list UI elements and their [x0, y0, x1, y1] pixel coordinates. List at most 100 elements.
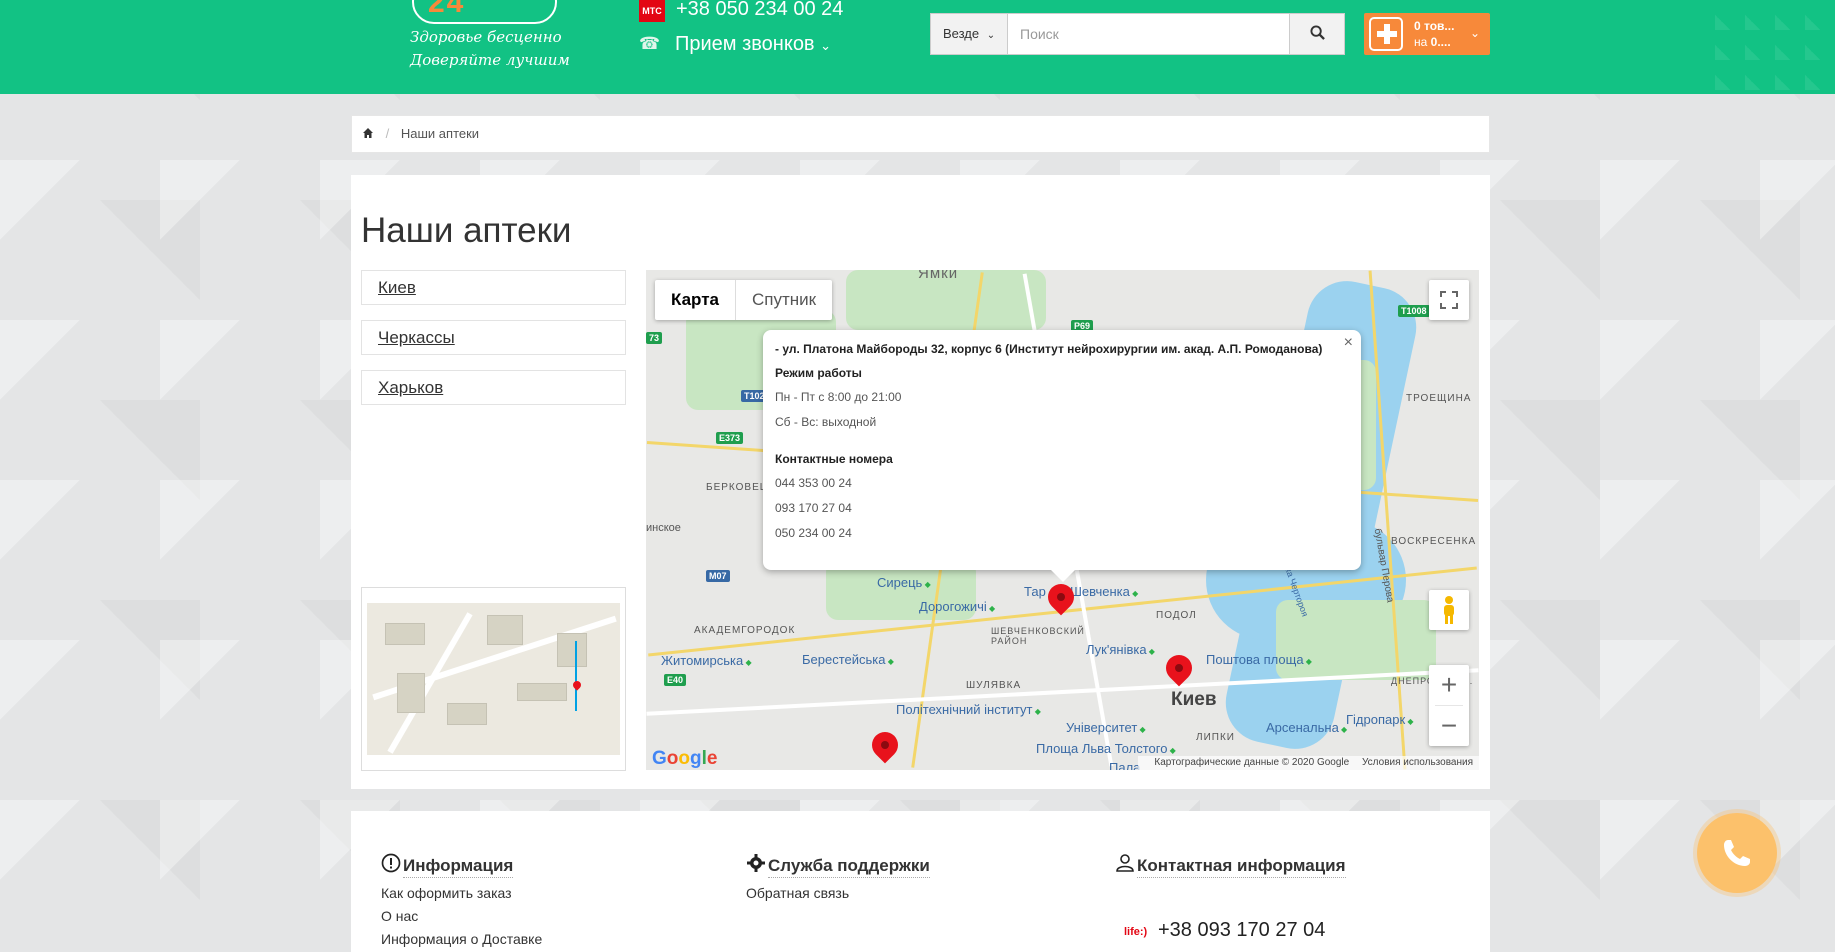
- footer-phone[interactable]: +38 093 170 27 04: [1158, 919, 1325, 942]
- city-link-cherkasy[interactable]: Черкассы: [361, 320, 626, 355]
- metro-label: Сирець: [877, 575, 931, 590]
- metro-label: Берестейська: [802, 652, 894, 667]
- map-label: ТРОЕЩИНА: [1406, 393, 1472, 404]
- info-hours-weekend: Сб - Вс: выходной: [775, 415, 877, 429]
- zoom-controls: + −: [1429, 665, 1469, 746]
- map-info-window: × - ул. Платона Майбороды 32, корпус 6 (…: [763, 330, 1361, 582]
- info-hours-weekdays: Пн - Пт с 8:00 до 21:00: [775, 390, 902, 404]
- chevron-down-icon: ⌄: [820, 38, 832, 53]
- metro-label: Арсенальна: [1266, 720, 1347, 735]
- footer-support-title: Служба поддержки: [768, 856, 930, 878]
- road-shield: E373: [716, 432, 744, 444]
- search-scope-label: Везде: [943, 26, 980, 41]
- cart-summary: 0 тов... на 0....: [1414, 18, 1454, 50]
- pharmacy-map-pin[interactable]: [866, 726, 904, 764]
- footer-link[interactable]: О нас: [381, 908, 542, 924]
- metro-label: Політехнічний інститут: [896, 702, 1041, 717]
- info-phone[interactable]: 093 170 27 04: [775, 501, 1349, 515]
- metro-label: Дорогожичі: [919, 599, 995, 614]
- breadcrumb-current: Наши аптеки: [400, 126, 480, 141]
- zoom-out-button[interactable]: −: [1429, 706, 1469, 746]
- pharmacy-map-pin[interactable]: [1160, 649, 1198, 687]
- metro-label: Шевченка: [1070, 584, 1138, 599]
- pegman-icon: [1444, 596, 1454, 624]
- metro-label: Університет: [1066, 720, 1146, 735]
- search-bar: Везде ⌄ Поиск: [930, 13, 1345, 55]
- gear-icon: [747, 854, 765, 872]
- main-panel: Наши аптеки Киев Черкассы Харьков T1008 …: [351, 175, 1490, 789]
- page-title: Наши аптеки: [361, 211, 572, 250]
- tab-map[interactable]: Карта: [655, 280, 736, 320]
- header-phone[interactable]: +38 050 234 00 24: [676, 0, 843, 21]
- footer-contact-column: Контактная информация: [1115, 853, 1346, 878]
- city-link-kharkiv[interactable]: Харьков: [361, 370, 626, 405]
- google-map[interactable]: T1008 P69 T102 E373 M07 E40 73 Ямки БЕРК…: [646, 270, 1479, 770]
- tab-satellite[interactable]: Спутник: [736, 280, 832, 320]
- footer-support-column: Служба поддержки Обратная связь: [746, 853, 930, 901]
- metro-label: Житомирська: [661, 653, 752, 668]
- map-label: ПОДОЛ: [1156, 610, 1197, 621]
- first-aid-kit-icon: [1369, 17, 1403, 51]
- tagline-line-2: Доверяйте лучшим: [410, 51, 570, 69]
- map-label: ШЕВЧЕНКОВСКИЙ РАЙОН: [991, 626, 1085, 646]
- header-decoration: [1715, 0, 1835, 94]
- cart-items: 0 тов...: [1414, 19, 1455, 33]
- metro-label: Тар: [1024, 584, 1046, 599]
- road-shield: T1008: [1398, 305, 1430, 317]
- terms-link[interactable]: Условия использования: [1362, 757, 1473, 768]
- search-button[interactable]: [1290, 13, 1345, 55]
- telephone-icon: ☎: [639, 34, 661, 53]
- info-phone[interactable]: 044 353 00 24: [775, 476, 1349, 490]
- metro-label: Поштова площа: [1206, 652, 1312, 667]
- footer-info-column: Информация Как оформить заказ О нас Инфо…: [381, 853, 542, 947]
- road-shield: M07: [706, 570, 730, 582]
- city-link-kyiv[interactable]: Киев: [361, 270, 626, 305]
- home-icon[interactable]: [362, 127, 374, 139]
- user-icon: [1116, 854, 1134, 872]
- street-view-pegman[interactable]: [1429, 590, 1469, 630]
- map-attribution: Картографические данные © 2020 Google Ус…: [1138, 756, 1479, 770]
- phone-icon: [1724, 840, 1750, 866]
- metro-label: Площа Льва Толстого: [1036, 741, 1176, 756]
- thumbnail-map-image: [367, 603, 620, 755]
- location-thumbnail-map[interactable]: [361, 587, 626, 771]
- city-label: Киев: [1171, 689, 1217, 710]
- cart-button[interactable]: 0 тов... на 0.... ⌄: [1364, 13, 1490, 55]
- search-input[interactable]: Поиск: [1008, 13, 1290, 55]
- footer-link[interactable]: Обратная связь: [746, 885, 930, 901]
- map-label: АКАДЕМГОРОДОК: [694, 625, 796, 636]
- calls-dropdown[interactable]: Прием звонков ⌄: [675, 33, 831, 56]
- footer-link[interactable]: Как оформить заказ: [381, 885, 542, 901]
- map-label: инское: [646, 522, 681, 534]
- logo[interactable]: 24: [428, 0, 465, 20]
- map-label: ЛИПКИ: [1196, 732, 1235, 743]
- info-hours-heading: Режим работы: [775, 366, 862, 380]
- fullscreen-button[interactable]: [1429, 280, 1469, 320]
- footer-info-title: Информация: [403, 856, 514, 878]
- footer-link[interactable]: Информация о Доставке: [381, 931, 542, 947]
- footer-contact-title: Контактная информация: [1137, 856, 1346, 878]
- search-scope-select[interactable]: Везде ⌄: [930, 13, 1008, 55]
- callback-button[interactable]: [1697, 813, 1777, 893]
- info-phone[interactable]: 050 234 00 24: [775, 526, 1349, 540]
- cart-total: 0....: [1430, 35, 1451, 49]
- search-icon: [1309, 25, 1325, 40]
- info-circle-icon: [381, 853, 401, 873]
- map-label: ШУЛЯВКА: [966, 680, 1022, 691]
- breadcrumb: / Наши аптеки: [351, 115, 1490, 153]
- cart-total-prefix: на: [1414, 35, 1428, 49]
- site-footer: Информация Как оформить заказ О нас Инфо…: [351, 811, 1490, 952]
- breadcrumb-separator: /: [385, 126, 390, 141]
- map-label: ВОСКРЕСЕНКА: [1391, 536, 1477, 547]
- map-label: Ямки: [918, 270, 959, 282]
- map-label: БЕРКОВЕЦ: [706, 482, 769, 493]
- zoom-in-button[interactable]: +: [1429, 665, 1469, 705]
- google-logo[interactable]: Google: [652, 748, 717, 770]
- life-operator-icon: life:): [1124, 926, 1148, 938]
- close-icon[interactable]: ×: [1344, 334, 1353, 352]
- map-data-credit: Картографические данные © 2020 Google: [1154, 757, 1350, 768]
- metro-label: Лук'янівка: [1086, 642, 1155, 657]
- chevron-down-icon: ⌄: [1469, 26, 1480, 40]
- metro-label: Пала: [1109, 760, 1141, 770]
- site-header: 24 Здоровье бесценно Доверяйте лучшим МТ…: [0, 0, 1835, 94]
